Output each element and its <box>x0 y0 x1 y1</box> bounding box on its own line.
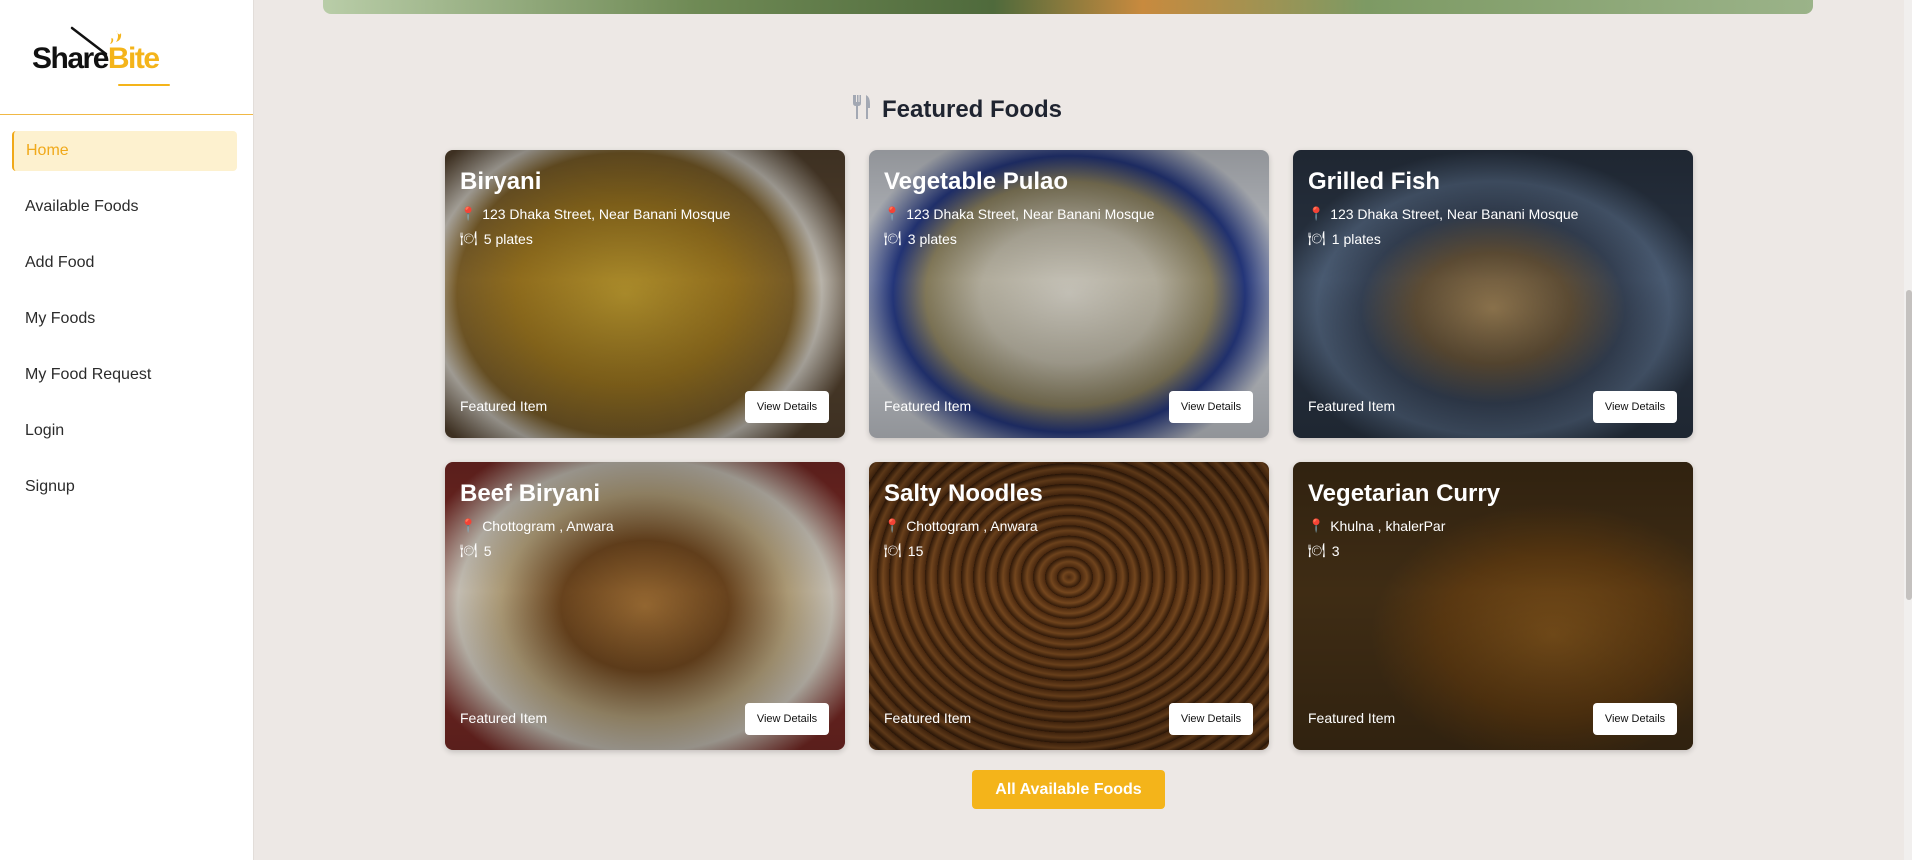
view-details-button[interactable]: View Details <box>745 703 829 735</box>
food-card[interactable]: Salty Noodles 📍 Chottogram , Anwara 🍽 15 F… <box>869 462 1269 750</box>
all-available-foods-button[interactable]: All Available Foods <box>972 770 1165 809</box>
featured-badge: Featured Item <box>1308 398 1396 414</box>
food-card[interactable]: Beef Biryani 📍 Chottogram , Anwara 🍽 5 Fea… <box>445 462 845 750</box>
dish-icon: 🍽 <box>884 230 902 246</box>
food-location: 📍 123 Dhaka Street, Near Banani Mosque <box>460 206 731 222</box>
featured-badge: Featured Item <box>1308 710 1396 726</box>
sidebar-nav: Home Available Foods Add Food My Foods M… <box>0 115 253 507</box>
section-title: Featured Foods <box>881 96 1062 123</box>
food-location: 📍 Khulna , khalerPar <box>1308 518 1446 534</box>
dish-icon: 🍽 <box>460 230 478 246</box>
view-details-button[interactable]: View Details <box>1593 703 1677 735</box>
view-details-button[interactable]: View Details <box>1593 391 1677 423</box>
sharebite-logo[interactable]: ShareBite <box>28 22 178 90</box>
location-pin-icon: 📍 <box>884 518 901 533</box>
featured-badge: Featured Item <box>460 398 548 414</box>
food-quantity: 🍽 5 plates <box>460 230 533 247</box>
view-details-button[interactable]: View Details <box>1169 703 1253 735</box>
sidebar-item-add-food[interactable]: Add Food <box>12 243 237 283</box>
section-heading: Featured Foods <box>0 94 1912 124</box>
food-card[interactable]: Vegetable Pulao 📍 123 Dhaka Street, Near … <box>869 150 1269 438</box>
location-pin-icon: 📍 <box>1308 518 1325 533</box>
food-quantity: 🍽 1 plates <box>1308 230 1381 247</box>
sidebar-item-home[interactable]: Home <box>12 131 237 171</box>
sidebar-item-login[interactable]: Login <box>12 411 237 451</box>
food-quantity: 🍽 5 <box>460 542 492 559</box>
sidebar-item-signup[interactable]: Signup <box>12 467 237 507</box>
food-name: Vegetarian Curry <box>1308 480 1501 507</box>
dish-icon: 🍽 <box>460 542 478 558</box>
featured-badge: Featured Item <box>884 398 972 414</box>
view-details-button[interactable]: View Details <box>745 391 829 423</box>
food-quantity: 🍽 3 plates <box>884 230 957 247</box>
location-pin-icon: 📍 <box>460 518 477 533</box>
dish-icon: 🍽 <box>884 542 902 558</box>
location-pin-icon: 📍 <box>884 206 901 221</box>
scrollbar-thumb[interactable] <box>1906 290 1912 600</box>
location-pin-icon: 📍 <box>1308 206 1325 221</box>
food-location: 📍 123 Dhaka Street, Near Banani Mosque <box>1308 206 1579 222</box>
sidebar-item-my-foods[interactable]: My Foods <box>12 299 237 339</box>
food-name: Salty Noodles <box>884 480 1043 507</box>
view-details-button[interactable]: View Details <box>1169 391 1253 423</box>
food-card[interactable]: Vegetarian Curry 📍 Khulna , khalerPar 🍽 3 … <box>1293 462 1693 750</box>
featured-badge: Featured Item <box>884 710 972 726</box>
hero-banner-edge <box>323 0 1813 14</box>
featured-badge: Featured Item <box>460 710 548 726</box>
fork-knife-icon <box>852 95 870 119</box>
food-name: Vegetable Pulao <box>884 168 1069 195</box>
location-pin-icon: 📍 <box>460 206 477 221</box>
logo-text: ShareBite <box>32 42 160 75</box>
food-name: Grilled Fish <box>1308 168 1441 195</box>
sidebar: ShareBite Home Available Foods Add Food … <box>0 0 254 860</box>
food-quantity: 🍽 3 <box>1308 542 1340 559</box>
dish-icon: 🍽 <box>1308 542 1326 558</box>
food-location: 📍 Chottogram , Anwara <box>460 518 614 534</box>
food-quantity: 🍽 15 <box>884 542 924 559</box>
dish-icon: 🍽 <box>1308 230 1326 246</box>
food-card[interactable]: Biryani 📍 123 Dhaka Street, Near Banani M… <box>445 150 845 438</box>
food-location: 📍 123 Dhaka Street, Near Banani Mosque <box>884 206 1155 222</box>
food-name: Biryani <box>460 168 542 195</box>
sidebar-item-my-food-request[interactable]: My Food Request <box>12 355 237 395</box>
food-location: 📍 Chottogram , Anwara <box>884 518 1038 534</box>
sidebar-item-available-foods[interactable]: Available Foods <box>12 187 237 227</box>
food-card[interactable]: Grilled Fish 📍 123 Dhaka Street, Near Ban… <box>1293 150 1693 438</box>
food-name: Beef Biryani <box>460 480 601 507</box>
logo-underline <box>118 84 170 86</box>
